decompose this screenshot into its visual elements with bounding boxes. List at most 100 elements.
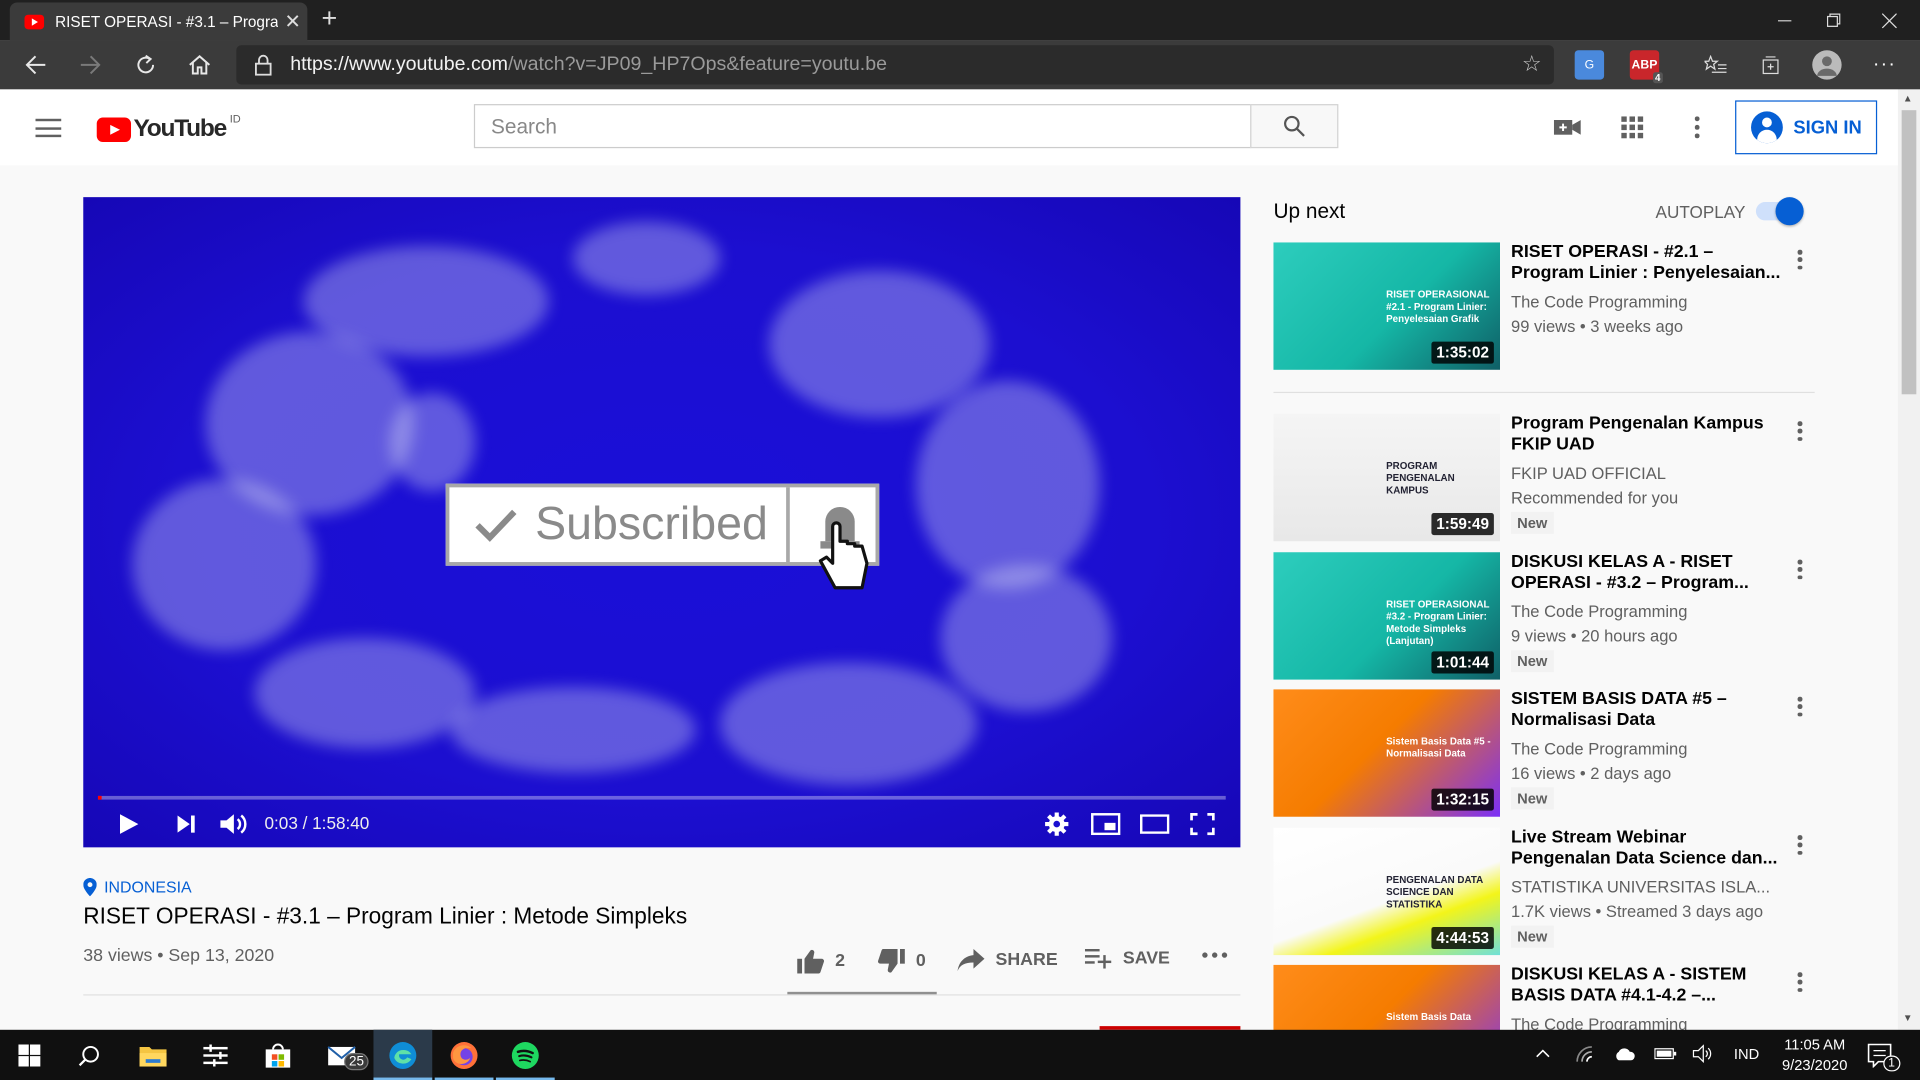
onedrive-icon[interactable] [1614,1047,1636,1064]
channel-name[interactable]: FKIP UAD OFFICIAL [1511,462,1790,486]
back-button[interactable] [17,48,54,82]
up-next-item[interactable]: RISET OPERASIONAL #2.1 - Program Linier:… [1273,242,1814,370]
channel-name[interactable]: The Code Programming [1511,290,1790,314]
taskbar-clock[interactable]: 11:05 AM 9/23/2020 [1768,1035,1861,1077]
favorites-list-icon[interactable] [1701,50,1730,79]
restore-button[interactable] [1805,0,1861,40]
channel-name[interactable]: STATISTIKA UNIVERSITAS ISLA... [1511,876,1790,900]
mail-button[interactable]: 25 [312,1030,371,1080]
playlist-add-icon [1084,948,1112,969]
up-next-title[interactable]: Live Stream Webinar Pengenalan Data Scie… [1511,828,1790,870]
new-badge: New [1511,787,1554,810]
settings-button[interactable] [1043,809,1070,838]
lock-icon [255,54,272,76]
home-button[interactable] [181,48,218,82]
location-link[interactable]: INDONESIA [83,877,192,897]
up-next-item[interactable]: RISET OPERASIONAL #3.2 - Program Linier:… [1273,552,1814,680]
volume-icon[interactable] [1692,1044,1714,1066]
item-menu-kebab-icon[interactable] [1797,421,1803,441]
taskbar-search-button[interactable] [60,1030,119,1080]
collections-icon[interactable] [1756,50,1785,79]
search-button[interactable] [1250,104,1339,149]
profile-avatar-icon[interactable] [1812,50,1842,80]
youtube-logo[interactable]: YouTube ID [96,113,241,143]
edge-browser-button[interactable] [373,1029,433,1080]
share-button[interactable]: SHARE [957,948,1058,972]
settings-kebab-icon[interactable] [1682,113,1711,142]
up-next-title[interactable]: RISET OPERASI - #2.1 – Program Linier : … [1511,242,1790,284]
more-actions-button[interactable] [1201,951,1228,958]
search-input[interactable]: Search [473,104,1252,149]
item-menu-kebab-icon[interactable] [1797,835,1803,855]
item-menu-kebab-icon[interactable] [1797,559,1803,580]
video-player[interactable]: Subscribed 0:03 / 1:58:40 [83,197,1241,848]
save-button[interactable]: SAVE [1084,948,1170,969]
adblock-badge: 4 [1652,72,1663,84]
start-button[interactable] [0,1030,59,1080]
video-thumbnail[interactable]: PENGENALAN DATA SCIENCE DAN STATISTIKA 4:… [1273,827,1501,956]
like-button[interactable]: 2 [797,949,845,974]
sign-in-button[interactable]: SIGN IN [1735,100,1878,155]
browser-menu-icon[interactable]: ··· [1870,50,1899,79]
up-next-item[interactable]: PENGENALAN DATA SCIENCE DAN STATISTIKA 4:… [1273,827,1814,956]
video-duration: 1:32:15 [1431,788,1494,811]
browser-tab[interactable]: RISET OPERASI - #3.1 – Program ✕ [9,2,308,41]
volume-button[interactable] [218,809,250,838]
dislike-button[interactable]: 0 [877,948,926,973]
item-menu-kebab-icon[interactable] [1797,249,1803,270]
play-button[interactable] [115,809,142,838]
video-thumbnail[interactable]: RISET OPERASIONAL #2.1 - Program Linier:… [1273,242,1501,370]
input-language[interactable]: IND [1734,1046,1759,1063]
scroll-up-arrow-icon[interactable]: ▲ [1903,93,1913,104]
forward-button[interactable] [72,48,109,82]
up-next-item[interactable]: PROGRAM PENGENALAN KAMPUS 1:59:49 Program … [1273,413,1814,542]
favorite-star-icon[interactable]: ☆ [1522,51,1542,77]
up-next-title[interactable]: DISKUSI KELAS A - RISET OPERASI - #3.2 –… [1511,552,1790,594]
new-tab-button[interactable]: + [316,4,343,34]
apps-grid-icon[interactable] [1618,113,1647,142]
video-thumbnail[interactable]: Sistem Basis Data #5 - Normalisasi Data 1… [1273,689,1501,817]
spotify-button[interactable] [495,1030,555,1080]
close-window-button[interactable] [1861,0,1917,40]
scroll-down-arrow-icon[interactable]: ▼ [1903,1013,1913,1024]
up-next-title[interactable]: DISKUSI KELAS A - SISTEM BASIS DATA #4.1… [1511,965,1790,1007]
scrollbar-thumb[interactable] [1901,110,1917,395]
translate-extension-icon[interactable]: G [1574,50,1605,80]
page-scrollbar[interactable]: ▲ ▼ [1897,89,1920,1030]
up-next-title[interactable]: SISTEM BASIS DATA #5 – Normalisasi Data [1511,689,1790,731]
video-thumbnail[interactable]: RISET OPERASIONAL #3.2 - Program Linier:… [1273,552,1501,680]
item-menu-kebab-icon[interactable] [1797,972,1803,992]
more-horizontal-icon [1202,952,1228,958]
windows-logo-icon [18,1043,41,1066]
next-button[interactable] [173,809,200,838]
channel-name[interactable]: The Code Programming [1511,737,1790,761]
create-video-icon[interactable] [1553,113,1582,142]
theater-mode-button[interactable] [1139,809,1171,838]
channel-name[interactable]: The Code Programming [1511,600,1790,624]
miniplayer-button[interactable] [1090,809,1122,838]
fullscreen-button[interactable] [1188,809,1217,838]
task-view-button[interactable] [186,1030,245,1080]
miniplayer-icon [1091,813,1121,836]
microsoft-store-button[interactable] [249,1030,308,1080]
notification-center-button[interactable]: 1 [1867,1043,1900,1072]
up-next-title[interactable]: Program Pengenalan Kampus FKIP UAD [1511,414,1790,456]
network-status-icon[interactable] [1576,1046,1596,1067]
firefox-button[interactable] [434,1030,494,1080]
video-progress-bar[interactable] [97,795,1226,800]
close-icon [1882,12,1897,28]
menu-hamburger-icon[interactable] [35,118,62,138]
address-bar[interactable]: https://www.youtube.com/watch?v=JP09_HP7… [236,45,1554,85]
adblock-extension-icon[interactable]: ABP 4 [1629,50,1663,84]
autoplay-toggle[interactable] [1755,197,1804,226]
up-next-item[interactable]: Sistem Basis Data #5 - Normalisasi Data 1… [1273,689,1814,817]
tab-close-icon[interactable]: ✕ [278,9,307,33]
video-thumbnail[interactable]: PROGRAM PENGENALAN KAMPUS 1:59:49 [1273,413,1501,542]
item-menu-kebab-icon[interactable] [1797,696,1803,717]
show-hidden-icons-button[interactable] [1536,1044,1551,1061]
refresh-button[interactable] [127,48,164,82]
minimize-button[interactable] [1756,0,1812,40]
file-explorer-button[interactable] [124,1030,183,1080]
theater-mode-icon [1140,814,1170,834]
battery-icon[interactable] [1654,1047,1677,1064]
